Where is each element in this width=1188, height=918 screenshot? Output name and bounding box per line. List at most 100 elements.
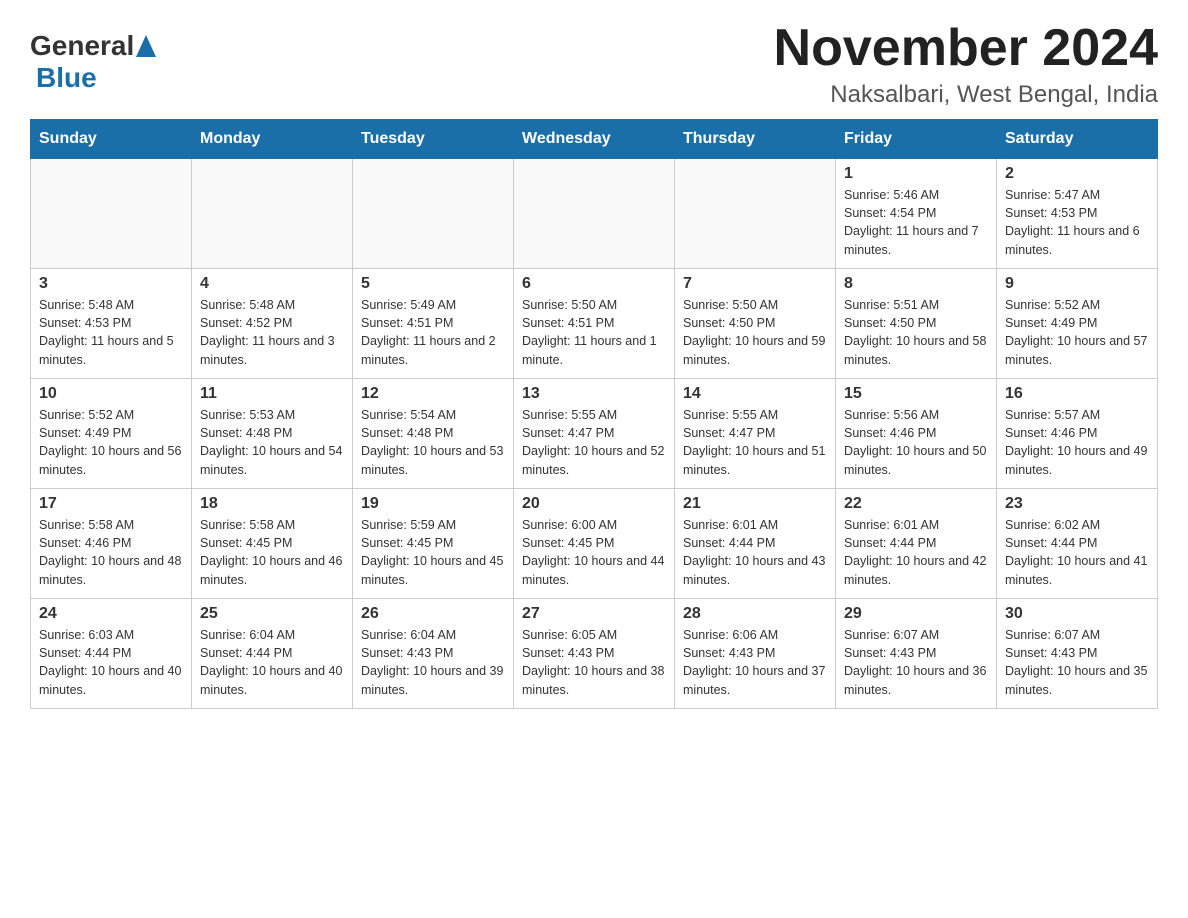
day-info: Sunrise: 5:48 AMSunset: 4:52 PMDaylight:… bbox=[200, 296, 344, 369]
day-info: Sunrise: 5:52 AMSunset: 4:49 PMDaylight:… bbox=[1005, 296, 1149, 369]
day-number: 30 bbox=[1005, 605, 1149, 623]
day-number: 20 bbox=[522, 495, 666, 513]
calendar-cell: 16 Sunrise: 5:57 AMSunset: 4:46 PMDayligh… bbox=[997, 379, 1158, 489]
calendar-header-sunday: Sunday bbox=[31, 120, 192, 159]
day-info: Sunrise: 5:55 AMSunset: 4:47 PMDaylight:… bbox=[683, 406, 827, 479]
calendar-cell bbox=[192, 159, 353, 269]
calendar-cell: 7Sunrise: 5:50 AMSunset: 4:50 PMDaylight… bbox=[675, 269, 836, 379]
calendar-cell: 30 Sunrise: 6:07 AMSunset: 4:43 PMDayligh… bbox=[997, 599, 1158, 709]
day-number: 2 bbox=[1005, 165, 1149, 183]
day-info: Sunrise: 5:57 AMSunset: 4:46 PMDaylight:… bbox=[1005, 406, 1149, 479]
calendar-week-row: 3 Sunrise: 5:48 AMSunset: 4:53 PMDaylight… bbox=[31, 269, 1158, 379]
calendar-cell: 29 Sunrise: 6:07 AMSunset: 4:43 PMDayligh… bbox=[836, 599, 997, 709]
day-number: 24 bbox=[39, 605, 183, 623]
day-number: 11 bbox=[200, 385, 344, 403]
calendar-cell: 25Sunrise: 6:04 AMSunset: 4:44 PMDayligh… bbox=[192, 599, 353, 709]
calendar-week-row: 1 Sunrise: 5:46 AMSunset: 4:54 PMDaylight… bbox=[31, 159, 1158, 269]
calendar-cell: 14 Sunrise: 5:55 AMSunset: 4:47 PMDayligh… bbox=[675, 379, 836, 489]
calendar-cell bbox=[514, 159, 675, 269]
day-info: Sunrise: 5:59 AMSunset: 4:45 PMDaylight:… bbox=[361, 516, 505, 589]
day-info: Sunrise: 5:56 AMSunset: 4:46 PMDaylight:… bbox=[844, 406, 988, 479]
day-info: Sunrise: 6:07 AMSunset: 4:43 PMDaylight:… bbox=[844, 626, 988, 699]
day-number: 14 bbox=[683, 385, 827, 403]
day-number: 26 bbox=[361, 605, 505, 623]
calendar-cell: 8Sunrise: 5:51 AMSunset: 4:50 PMDaylight… bbox=[836, 269, 997, 379]
calendar-cell: 12Sunrise: 5:54 AMSunset: 4:48 PMDayligh… bbox=[353, 379, 514, 489]
day-info: Sunrise: 6:03 AMSunset: 4:44 PMDaylight:… bbox=[39, 626, 183, 699]
calendar-header-row: SundayMondayTuesdayWednesdayThursdayFrid… bbox=[31, 120, 1158, 159]
calendar-week-row: 24 Sunrise: 6:03 AMSunset: 4:44 PMDayligh… bbox=[31, 599, 1158, 709]
calendar-week-row: 17 Sunrise: 5:58 AMSunset: 4:46 PMDayligh… bbox=[31, 489, 1158, 599]
day-number: 1 bbox=[844, 165, 988, 183]
calendar-cell: 18 Sunrise: 5:58 AMSunset: 4:45 PMDayligh… bbox=[192, 489, 353, 599]
day-number: 19 bbox=[361, 495, 505, 513]
day-info: Sunrise: 5:53 AMSunset: 4:48 PMDaylight:… bbox=[200, 406, 344, 479]
day-info: Sunrise: 6:06 AMSunset: 4:43 PMDaylight:… bbox=[683, 626, 827, 699]
day-info: Sunrise: 5:47 AMSunset: 4:53 PMDaylight:… bbox=[1005, 186, 1149, 259]
day-number: 21 bbox=[683, 495, 827, 513]
day-number: 5 bbox=[361, 275, 505, 293]
calendar-cell: 19 Sunrise: 5:59 AMSunset: 4:45 PMDayligh… bbox=[353, 489, 514, 599]
calendar-cell bbox=[353, 159, 514, 269]
day-number: 17 bbox=[39, 495, 183, 513]
calendar-header-wednesday: Wednesday bbox=[514, 120, 675, 159]
month-year-title: November 2024 bbox=[774, 20, 1158, 77]
day-number: 28 bbox=[683, 605, 827, 623]
calendar-cell: 24 Sunrise: 6:03 AMSunset: 4:44 PMDayligh… bbox=[31, 599, 192, 709]
day-number: 23 bbox=[1005, 495, 1149, 513]
calendar-cell: 3 Sunrise: 5:48 AMSunset: 4:53 PMDaylight… bbox=[31, 269, 192, 379]
calendar-cell: 21 Sunrise: 6:01 AMSunset: 4:44 PMDayligh… bbox=[675, 489, 836, 599]
logo: General Blue bbox=[30, 30, 154, 94]
day-number: 13 bbox=[522, 385, 666, 403]
logo-blue-text: Blue bbox=[36, 62, 97, 93]
day-info: Sunrise: 6:00 AMSunset: 4:45 PMDaylight:… bbox=[522, 516, 666, 589]
day-info: Sunrise: 5:46 AMSunset: 4:54 PMDaylight:… bbox=[844, 186, 988, 259]
day-info: Sunrise: 5:58 AMSunset: 4:45 PMDaylight:… bbox=[200, 516, 344, 589]
day-number: 16 bbox=[1005, 385, 1149, 403]
day-number: 18 bbox=[200, 495, 344, 513]
day-info: Sunrise: 6:01 AMSunset: 4:44 PMDaylight:… bbox=[844, 516, 988, 589]
day-number: 9 bbox=[1005, 275, 1149, 293]
day-number: 10 bbox=[39, 385, 183, 403]
day-number: 25 bbox=[200, 605, 344, 623]
calendar-cell bbox=[675, 159, 836, 269]
day-info: Sunrise: 6:02 AMSunset: 4:44 PMDaylight:… bbox=[1005, 516, 1149, 589]
day-info: Sunrise: 6:05 AMSunset: 4:43 PMDaylight:… bbox=[522, 626, 666, 699]
calendar-cell: 5 Sunrise: 5:49 AMSunset: 4:51 PMDaylight… bbox=[353, 269, 514, 379]
calendar-cell: 2 Sunrise: 5:47 AMSunset: 4:53 PMDaylight… bbox=[997, 159, 1158, 269]
calendar-table: SundayMondayTuesdayWednesdayThursdayFrid… bbox=[30, 119, 1158, 709]
day-info: Sunrise: 6:01 AMSunset: 4:44 PMDaylight:… bbox=[683, 516, 827, 589]
calendar-cell: 11 Sunrise: 5:53 AMSunset: 4:48 PMDayligh… bbox=[192, 379, 353, 489]
day-number: 6 bbox=[522, 275, 666, 293]
day-info: Sunrise: 5:55 AMSunset: 4:47 PMDaylight:… bbox=[522, 406, 666, 479]
day-info: Sunrise: 6:07 AMSunset: 4:43 PMDaylight:… bbox=[1005, 626, 1149, 699]
page-header: General Blue November 2024 Naksalbari, W… bbox=[30, 20, 1158, 109]
calendar-header-thursday: Thursday bbox=[675, 120, 836, 159]
day-number: 15 bbox=[844, 385, 988, 403]
day-info: Sunrise: 5:49 AMSunset: 4:51 PMDaylight:… bbox=[361, 296, 505, 369]
calendar-cell: 17 Sunrise: 5:58 AMSunset: 4:46 PMDayligh… bbox=[31, 489, 192, 599]
day-info: Sunrise: 5:58 AMSunset: 4:46 PMDaylight:… bbox=[39, 516, 183, 589]
day-info: Sunrise: 5:52 AMSunset: 4:49 PMDaylight:… bbox=[39, 406, 183, 479]
logo-triangle-icon bbox=[136, 30, 156, 62]
calendar-week-row: 10 Sunrise: 5:52 AMSunset: 4:49 PMDayligh… bbox=[31, 379, 1158, 489]
day-info: Sunrise: 5:48 AMSunset: 4:53 PMDaylight:… bbox=[39, 296, 183, 369]
day-number: 22 bbox=[844, 495, 988, 513]
calendar-header-monday: Monday bbox=[192, 120, 353, 159]
calendar-cell: 26 Sunrise: 6:04 AMSunset: 4:43 PMDayligh… bbox=[353, 599, 514, 709]
calendar-cell: 23 Sunrise: 6:02 AMSunset: 4:44 PMDayligh… bbox=[997, 489, 1158, 599]
calendar-cell: 1 Sunrise: 5:46 AMSunset: 4:54 PMDaylight… bbox=[836, 159, 997, 269]
calendar-cell: 6Sunrise: 5:50 AMSunset: 4:51 PMDaylight… bbox=[514, 269, 675, 379]
calendar-cell: 15 Sunrise: 5:56 AMSunset: 4:46 PMDayligh… bbox=[836, 379, 997, 489]
location-subtitle: Naksalbari, West Bengal, India bbox=[774, 81, 1158, 109]
day-number: 4 bbox=[200, 275, 344, 293]
day-info: Sunrise: 6:04 AMSunset: 4:43 PMDaylight:… bbox=[361, 626, 505, 699]
calendar-cell: 10 Sunrise: 5:52 AMSunset: 4:49 PMDayligh… bbox=[31, 379, 192, 489]
day-info: Sunrise: 5:51 AMSunset: 4:50 PMDaylight:… bbox=[844, 296, 988, 369]
day-number: 3 bbox=[39, 275, 183, 293]
day-number: 27 bbox=[522, 605, 666, 623]
calendar-cell: 9 Sunrise: 5:52 AMSunset: 4:49 PMDaylight… bbox=[997, 269, 1158, 379]
day-number: 29 bbox=[844, 605, 988, 623]
title-block: November 2024 Naksalbari, West Bengal, I… bbox=[774, 20, 1158, 109]
calendar-cell bbox=[31, 159, 192, 269]
